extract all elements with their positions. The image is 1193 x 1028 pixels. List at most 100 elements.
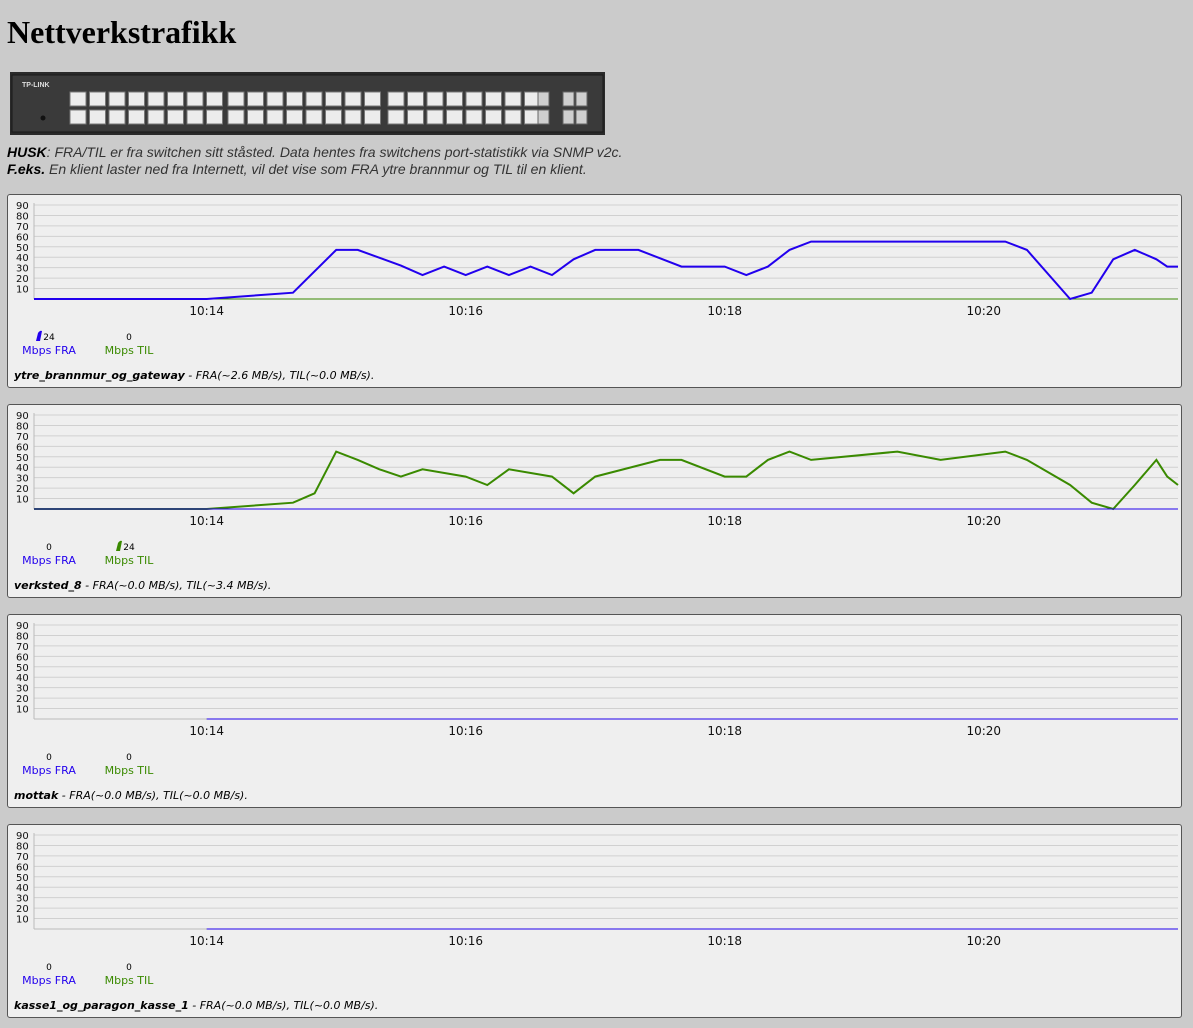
ethernet-port	[446, 109, 463, 125]
gauge-value: 0	[94, 753, 164, 764]
ethernet-port	[407, 109, 424, 125]
note-husk: HUSK: FRA/TIL er fra switchen sitt ståst…	[7, 144, 623, 160]
ethernet-port	[387, 109, 405, 125]
x-tick-label: 10:18	[707, 934, 742, 948]
gauge-value-text: 0	[126, 333, 132, 343]
port-throughput-info: - FRA(~0.0 MB/s), TIL(~0.0 MB/s).	[58, 789, 248, 802]
gauge-value: 24	[14, 330, 84, 344]
x-tick-label: 10:14	[189, 304, 224, 318]
sfp-port	[537, 109, 550, 125]
traffic-chart: 102030405060708090 10:14 10:16 10:18 10:20	[16, 831, 1178, 948]
gauge-value-text: 0	[126, 963, 132, 973]
y-tick-label: 80	[16, 841, 29, 852]
gauge-fra: 0 Mbps FRA	[14, 543, 84, 567]
gauge-label: Mbps FRA	[22, 554, 76, 567]
port-throughput-info: - FRA(~0.0 MB/s), TIL(~0.0 MB/s).	[188, 999, 379, 1012]
gauge-til: 0 Mbps TIL	[94, 333, 164, 357]
gauge-label: Mbps FRA	[22, 764, 76, 777]
port-caption: verksted_8 - FRA(~0.0 MB/s), TIL(~3.4 MB…	[14, 579, 271, 592]
ethernet-port	[305, 91, 323, 107]
y-tick-label: 30	[16, 894, 29, 905]
y-tick-label: 20	[16, 904, 29, 915]
y-tick-label: 60	[16, 652, 29, 663]
gauge-fra: 0 Mbps FRA	[14, 753, 84, 777]
ethernet-port	[147, 109, 165, 125]
ethernet-port	[426, 91, 444, 107]
ethernet-port	[128, 91, 145, 107]
y-tick-label: 90	[16, 201, 29, 212]
port-throughput-info: - FRA(~0.0 MB/s), TIL(~3.4 MB/s).	[81, 579, 272, 592]
ethernet-port	[325, 91, 342, 107]
ethernet-port	[387, 91, 405, 107]
ethernet-port	[364, 109, 381, 125]
y-tick-label: 70	[16, 642, 29, 653]
y-tick-label: 80	[16, 211, 29, 222]
ethernet-port	[305, 109, 323, 125]
ethernet-port	[186, 109, 204, 125]
x-tick-label: 10:16	[448, 304, 483, 318]
ethernet-port	[247, 91, 264, 107]
y-tick-label: 30	[16, 264, 29, 275]
y-tick-label: 80	[16, 631, 29, 642]
gauge-label: Mbps FRA	[22, 344, 76, 357]
y-tick-label: 60	[16, 442, 29, 453]
gauge-label: Mbps TIL	[104, 974, 154, 987]
x-tick-label: 10:16	[448, 724, 483, 738]
traffic-panel-mottak: 10 20 30 40 50 60 70 80 90 10:14 10:16 10:18 10:20 0 M…	[7, 614, 1182, 808]
page-title: Nettverkstrafikk	[7, 14, 237, 50]
ethernet-port	[108, 91, 126, 107]
traffic-panel-verksted_8: 10 20 30 40 50 60 70 80 90 10:14 10:16 10:18 10:20 0 M…	[7, 404, 1182, 598]
ethernet-port	[465, 109, 483, 125]
y-tick-label: 50	[16, 663, 29, 674]
x-tick-label: 10:14	[189, 724, 224, 738]
ethernet-port	[128, 109, 145, 125]
ethernet-port	[364, 91, 381, 107]
gauge-til: 0 Mbps TIL	[94, 963, 164, 987]
ethernet-port	[465, 91, 483, 107]
ethernet-port	[286, 91, 303, 107]
y-tick-label: 40	[16, 463, 29, 474]
y-tick-label: 90	[16, 621, 29, 632]
gauge-value-text: 0	[46, 753, 52, 763]
note-example: F.eks. En klient laster ned fra Internet…	[7, 161, 587, 177]
x-tick-label: 10:20	[966, 934, 1001, 948]
ethernet-port	[206, 109, 223, 125]
gauge-needle-icon	[36, 330, 42, 341]
y-tick-label: 50	[16, 873, 29, 884]
y-tick-label: 60	[16, 232, 29, 243]
gauge-value-text: 24	[123, 543, 135, 553]
gauge-value: 24	[94, 540, 164, 554]
port-caption: kasse1_og_paragon_kasse_1 - FRA(~0.0 MB/…	[14, 999, 378, 1012]
ethernet-port	[69, 91, 87, 107]
ethernet-port	[344, 91, 362, 107]
ethernet-port	[344, 109, 362, 125]
series-line-til	[34, 450, 1179, 511]
sfp-port	[575, 109, 588, 125]
ethernet-port	[407, 91, 424, 107]
ethernet-port	[485, 109, 502, 125]
x-tick-label: 10:20	[966, 304, 1001, 318]
ethernet-port	[426, 109, 444, 125]
port-caption: ytre_brannmur_og_gateway - FRA(~2.6 MB/s…	[14, 369, 374, 382]
ethernet-port	[108, 109, 126, 125]
x-tick-label: 10:18	[707, 724, 742, 738]
ethernet-port	[247, 109, 264, 125]
gauge-value: 0	[94, 963, 164, 974]
gauge-label: Mbps TIL	[104, 764, 154, 777]
gauge-value-text: 0	[126, 753, 132, 763]
y-tick-label: 20	[16, 274, 29, 285]
reset-button-icon	[40, 115, 46, 121]
y-tick-label: 10	[16, 285, 29, 296]
traffic-panel-kasse1_og_paragon_kasse_1: 10 20 30 40 50 60 70 80 90 10:14 10:16 10:18 10:20 0 M…	[7, 824, 1182, 1018]
ethernet-port	[89, 91, 106, 107]
y-tick-label: 20	[16, 694, 29, 705]
y-tick-label: 40	[16, 253, 29, 264]
series-line-fra	[34, 240, 1178, 301]
port-throughput-info: - FRA(~2.6 MB/s), TIL(~0.0 MB/s).	[184, 369, 375, 382]
ethernet-port	[69, 109, 87, 125]
y-tick-label: 40	[16, 883, 29, 894]
ethernet-port	[167, 109, 184, 125]
y-tick-label: 20	[16, 484, 29, 495]
network-switch-image: TP-LINK	[10, 72, 605, 135]
gauge-value: 0	[94, 333, 164, 344]
